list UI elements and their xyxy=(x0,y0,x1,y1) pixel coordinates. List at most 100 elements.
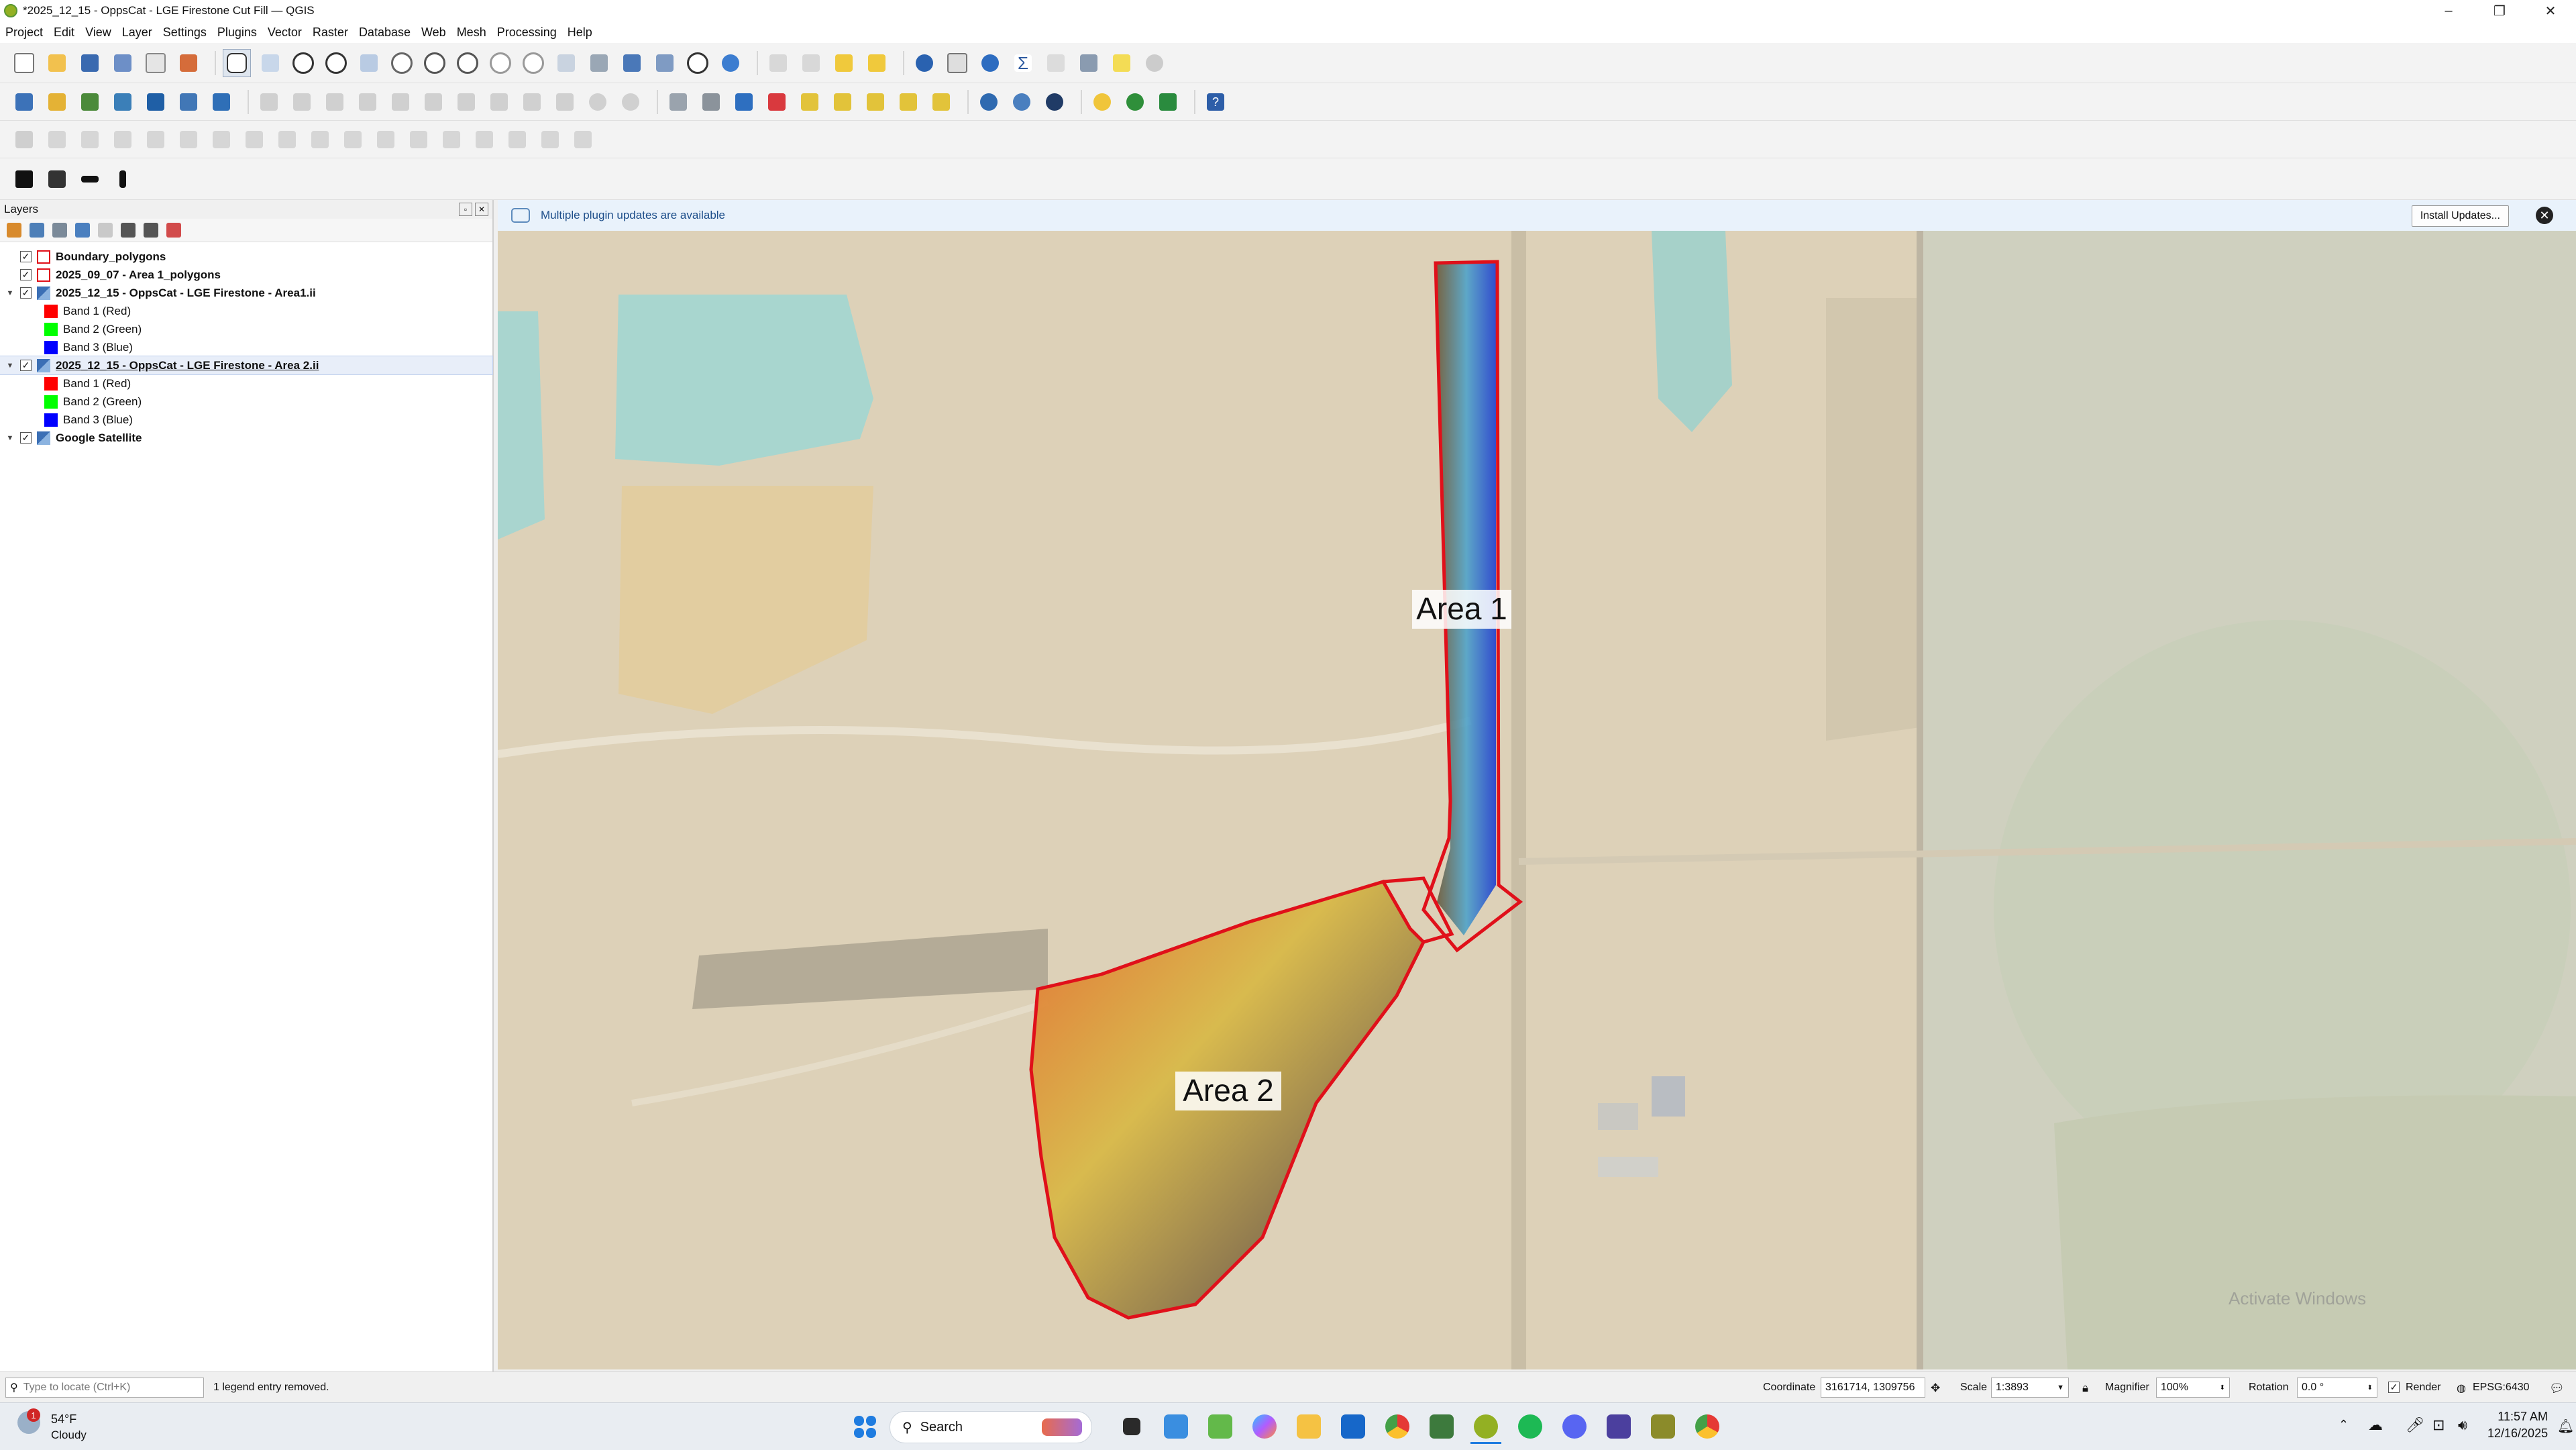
network-icon[interactable]: ⊡ xyxy=(2432,1416,2445,1434)
merge-features-button[interactable] xyxy=(471,126,498,153)
layer-visibility-checkbox[interactable]: ✓ xyxy=(20,360,32,371)
measure-button[interactable] xyxy=(1042,50,1069,76)
transfer-button[interactable] xyxy=(76,166,103,193)
start-button[interactable] xyxy=(849,1411,880,1442)
microsoft-store-icon[interactable] xyxy=(1338,1411,1368,1442)
profile-tool-button[interactable] xyxy=(1155,89,1181,115)
copy-features-button[interactable] xyxy=(519,89,545,115)
merge-attributes-button[interactable] xyxy=(504,126,531,153)
save-edits-button[interactable] xyxy=(321,89,348,115)
copilot-icon[interactable] xyxy=(1249,1411,1280,1442)
zoom-last-button[interactable] xyxy=(487,50,514,76)
new-3d-view-button[interactable] xyxy=(586,50,612,76)
split-features-button[interactable] xyxy=(405,126,432,153)
layer-visibility-checkbox[interactable]: ✓ xyxy=(20,269,32,280)
file-explorer-icon[interactable] xyxy=(1293,1411,1324,1442)
extents-toggle-icon[interactable]: ✥ xyxy=(1931,1382,1940,1395)
coordinate-field[interactable]: 3161714, 1309756 xyxy=(1821,1378,1925,1398)
layer-visibility-checkbox[interactable]: ✓ xyxy=(20,432,32,444)
plugin-tool-button[interactable] xyxy=(1122,89,1148,115)
layer-row-area1-polygons[interactable]: ✓ 2025_09_07 - Area 1_polygons xyxy=(0,266,492,284)
lock-plugin-button[interactable] xyxy=(11,166,38,193)
new-bookmark-button[interactable] xyxy=(619,50,645,76)
pan-map-button[interactable] xyxy=(223,48,251,77)
modify-attributes-button[interactable] xyxy=(420,89,447,115)
pin-labels-button[interactable] xyxy=(698,89,724,115)
rotation-spinbox[interactable]: 0.0 ° ⬍ xyxy=(2297,1378,2377,1398)
open-field-calculator-button[interactable] xyxy=(1075,50,1102,76)
minimize-button[interactable]: – xyxy=(2423,0,2474,21)
crs-globe-icon[interactable]: ◍ xyxy=(2457,1382,2466,1395)
collapse-arrow-icon[interactable]: ▼ xyxy=(0,362,20,370)
taskbar-app-icon[interactable] xyxy=(1205,1411,1236,1442)
undo-button[interactable] xyxy=(584,89,611,115)
temporal-controller-button[interactable] xyxy=(684,50,711,76)
menu-project[interactable]: Project xyxy=(0,25,48,40)
map-canvas[interactable]: Area 1 Area 2 Activate Windows xyxy=(498,231,2576,1369)
show-hidden-icons-chevron[interactable]: ⌃ xyxy=(2339,1418,2349,1432)
paste-features-button[interactable] xyxy=(551,89,578,115)
move-feature-button[interactable] xyxy=(76,126,103,153)
zoom-next-button[interactable] xyxy=(520,50,547,76)
refresh-button[interactable] xyxy=(717,50,744,76)
pan-to-selection-button[interactable] xyxy=(257,50,284,76)
close-window-button[interactable]: ✕ xyxy=(2525,0,2576,21)
filter-expression-icon[interactable] xyxy=(98,223,113,238)
float-panel-button[interactable]: ▫ xyxy=(459,203,472,216)
render-checkbox[interactable]: ✓ xyxy=(2388,1382,2400,1393)
rotate-label-button[interactable] xyxy=(829,89,856,115)
data-source-manager-button[interactable] xyxy=(11,89,38,115)
zoom-full-button[interactable] xyxy=(356,50,382,76)
manage-map-themes-icon[interactable] xyxy=(52,223,67,238)
help-button[interactable]: ? xyxy=(1202,89,1229,115)
cut-features-button[interactable] xyxy=(486,89,513,115)
menu-settings[interactable]: Settings xyxy=(158,25,212,40)
messages-icon[interactable]: 💬︎ xyxy=(2549,1382,2565,1396)
globe-plugin-button[interactable] xyxy=(975,89,1002,115)
add-vector-layer-button[interactable] xyxy=(44,89,70,115)
show-bookmarks-button[interactable] xyxy=(651,50,678,76)
layer-row-area2-raster[interactable]: ▼ ✓ 2025_12_15 - OppsCat - LGE Firestone… xyxy=(0,356,493,375)
taskbar-app-icon[interactable] xyxy=(1692,1411,1723,1442)
taskbar-app-icon[interactable] xyxy=(1161,1411,1191,1442)
rotate-feature-button[interactable] xyxy=(109,126,136,153)
menu-layer[interactable]: Layer xyxy=(117,25,158,40)
new-project-button[interactable] xyxy=(11,50,38,76)
taskbar-app-icon[interactable] xyxy=(1603,1411,1634,1442)
zoom-native-button[interactable] xyxy=(454,50,481,76)
add-part-button[interactable] xyxy=(208,126,235,153)
spotify-icon[interactable] xyxy=(1515,1411,1546,1442)
show-hide-labels-button[interactable] xyxy=(763,89,790,115)
collapse-arrow-icon[interactable]: ▼ xyxy=(0,289,20,297)
collapse-arrow-icon[interactable]: ▼ xyxy=(0,434,20,442)
crs-button[interactable]: EPSG:6430 xyxy=(2473,1382,2530,1394)
current-edits-button[interactable] xyxy=(256,89,282,115)
zoom-in-button[interactable] xyxy=(290,50,317,76)
add-spatialite-layer-button[interactable] xyxy=(109,89,136,115)
raster-calculator-button[interactable] xyxy=(44,166,70,193)
move-label-button[interactable] xyxy=(796,89,823,115)
expand-all-icon[interactable] xyxy=(121,223,136,238)
layer-row-boundary-polygons[interactable]: ✓ Boundary_polygons xyxy=(0,248,492,266)
layer-visibility-checkbox[interactable]: ✓ xyxy=(20,287,32,299)
discord-icon[interactable] xyxy=(1559,1411,1590,1442)
add-raster-layer-button[interactable] xyxy=(76,89,103,115)
menu-view[interactable]: View xyxy=(80,25,117,40)
open-project-button[interactable] xyxy=(44,50,70,76)
new-map-view-button[interactable] xyxy=(553,50,580,76)
label-properties-button[interactable] xyxy=(895,89,922,115)
taskbar-search-box[interactable]: ⚲ Search xyxy=(890,1411,1092,1443)
menu-web[interactable]: Web xyxy=(416,25,451,40)
zoom-out-button[interactable] xyxy=(323,50,350,76)
taskbar-app-icon[interactable] xyxy=(1648,1411,1678,1442)
identify-features-button[interactable] xyxy=(911,50,938,76)
change-label-button[interactable] xyxy=(862,89,889,115)
diagram-button[interactable] xyxy=(928,89,955,115)
advanced-digitizing-button[interactable] xyxy=(11,126,38,153)
statistical-summary-button[interactable]: Σ xyxy=(1010,50,1036,76)
toggle-editing-button[interactable] xyxy=(288,89,315,115)
select-value-button[interactable] xyxy=(798,50,824,76)
delete-part-button[interactable] xyxy=(307,126,333,153)
redo-button[interactable] xyxy=(617,89,644,115)
text-annotation-button[interactable] xyxy=(1141,50,1168,76)
